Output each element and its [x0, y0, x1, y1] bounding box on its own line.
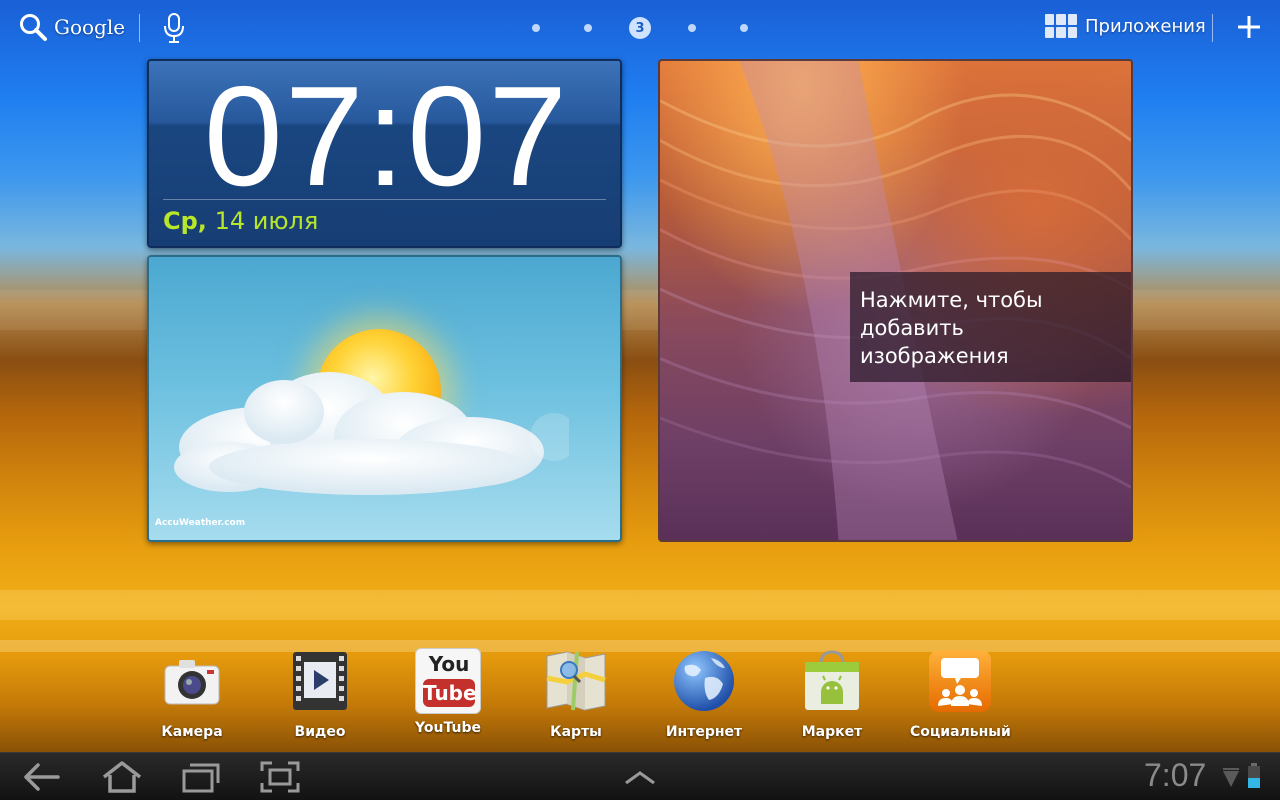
youtube-you-text: You: [428, 652, 470, 676]
chevron-up-icon[interactable]: [618, 761, 662, 793]
dock-label: Интернет: [665, 724, 743, 740]
apps-label: Приложения: [1085, 15, 1206, 37]
signal-icon: [1223, 768, 1239, 787]
page-dot[interactable]: [584, 24, 592, 32]
recent-apps-icon[interactable]: [178, 761, 222, 793]
dock-label: Маркет: [801, 724, 863, 740]
microphone-icon[interactable]: [162, 12, 186, 44]
dock-app-market[interactable]: Маркет: [782, 648, 882, 740]
apps-divider: [1212, 14, 1213, 42]
app-dock: Камера Видео You Tube YouTube Карты Инте…: [150, 648, 1030, 744]
dock-app-social[interactable]: Социальный: [910, 648, 1011, 740]
social-icon: [929, 650, 991, 712]
page-indicator: 3: [520, 16, 760, 40]
clock-date-text: 14 июля: [214, 207, 319, 235]
dock-app-youtube[interactable]: You Tube YouTube: [398, 648, 498, 736]
clock-time: 07:07: [203, 59, 570, 216]
dock-label: Социальный: [910, 724, 1011, 740]
dock-app-internet[interactable]: Интернет: [654, 648, 754, 740]
hint-line: изображения: [860, 344, 1009, 368]
google-search-label: Google: [54, 15, 126, 39]
google-search-button[interactable]: Google: [18, 12, 125, 42]
clock-day: Ср,: [163, 207, 207, 235]
youtube-tube-text: Tube: [423, 679, 477, 707]
clock-date: Ср, 14 июля: [163, 207, 318, 235]
page-dot-current[interactable]: 3: [629, 17, 651, 39]
wallpaper-streak: [0, 590, 1280, 620]
cloud-icon: [174, 372, 569, 495]
photo-frame-widget[interactable]: Нажмите, чтобы добавить изображения: [658, 59, 1133, 542]
dock-app-camera[interactable]: Камера: [142, 648, 242, 740]
battery-icon: [1248, 763, 1260, 788]
search-icon: [20, 14, 47, 41]
accuweather-logo: AccuWeather.com: [155, 518, 246, 528]
dock-label: Камера: [161, 724, 223, 740]
apps-button[interactable]: Приложения: [1045, 14, 1206, 38]
add-icon[interactable]: [1236, 14, 1262, 40]
youtube-icon: You Tube: [415, 648, 481, 714]
page-dot[interactable]: [688, 24, 696, 32]
top-bar: Google 3 Приложения: [0, 0, 1280, 56]
home-icon[interactable]: [100, 761, 144, 793]
camera-icon: [164, 660, 220, 705]
market-icon: [805, 650, 859, 710]
page-dot[interactable]: [532, 24, 540, 32]
add-image-hint[interactable]: Нажмите, чтобы добавить изображения: [850, 272, 1131, 382]
clock-widget[interactable]: 07:07 Ср, 14 июля: [147, 59, 622, 248]
page-dot[interactable]: [740, 24, 748, 32]
clock-divider: [163, 199, 606, 200]
system-bar: 7:07: [0, 752, 1280, 800]
globe-icon: [674, 651, 734, 711]
system-clock[interactable]: 7:07: [1144, 757, 1206, 794]
dock-label: Видео: [294, 724, 346, 740]
hint-line: Нажмите, чтобы: [860, 288, 1043, 312]
apps-grid-icon: [1045, 14, 1077, 38]
search-divider: [139, 14, 140, 42]
dock-app-video[interactable]: Видео: [270, 648, 370, 740]
screenshot-icon[interactable]: [258, 761, 302, 793]
maps-icon: [546, 651, 606, 711]
back-icon[interactable]: [18, 761, 62, 793]
video-icon: [293, 652, 347, 710]
weather-widget[interactable]: AccuWeather.com: [147, 255, 622, 542]
hint-line: добавить: [860, 316, 964, 340]
dock-app-maps[interactable]: Карты: [526, 648, 626, 740]
dock-label: YouTube: [415, 720, 481, 736]
dock-label: Карты: [550, 724, 602, 740]
